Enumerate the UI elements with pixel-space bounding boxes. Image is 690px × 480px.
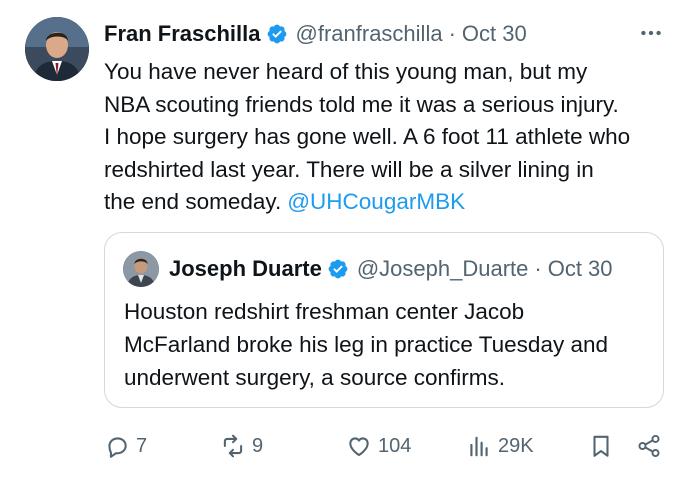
like-button[interactable]: 104 bbox=[346, 428, 411, 464]
mention-link[interactable]: @UHCougarMBK bbox=[287, 189, 465, 214]
verified-badge-icon bbox=[266, 23, 288, 45]
separator-dot: · bbox=[534, 256, 542, 281]
reply-button[interactable]: 7 bbox=[104, 428, 147, 464]
retweet-icon bbox=[223, 434, 243, 458]
quoted-tweet-header: Joseph Duarte @Joseph_Duarte · Oct 30 bbox=[169, 253, 613, 285]
tweet-text-line: You have never heard of this young man, … bbox=[104, 59, 588, 84]
reply-icon bbox=[108, 437, 127, 458]
tweet-header: Fran Fraschilla @franfraschilla · Oct 30 bbox=[104, 18, 670, 50]
more-horizontal-icon[interactable] bbox=[636, 18, 666, 48]
author-name[interactable]: Fran Fraschilla bbox=[104, 21, 261, 47]
quoted-tweet-date[interactable]: Oct 30 bbox=[548, 256, 613, 282]
reply-count: 7 bbox=[136, 434, 148, 457]
tweet-text: You have never heard of this young man, … bbox=[104, 56, 674, 219]
quoted-author-avatar[interactable] bbox=[123, 251, 159, 287]
retweet-count: 9 bbox=[252, 434, 264, 457]
views-count: 29K bbox=[498, 434, 534, 457]
views-icon bbox=[470, 436, 488, 457]
views-button[interactable]: 29K bbox=[466, 428, 534, 464]
tweet-date[interactable]: Oct 30 bbox=[462, 21, 527, 47]
tweet-text-line-tail: the end someday. bbox=[104, 189, 282, 214]
quoted-author-name[interactable]: Joseph Duarte bbox=[169, 256, 322, 282]
quoted-text-line: McFarland broke his leg in practice Tues… bbox=[124, 332, 609, 357]
quoted-tweet-card[interactable]: Joseph Duarte @Joseph_Duarte · Oct 30 Ho… bbox=[104, 232, 664, 408]
bookmark-icon bbox=[593, 435, 609, 457]
tweet-text-line: redshirted last year. There will be a si… bbox=[104, 156, 594, 182]
verified-badge-icon bbox=[327, 258, 349, 280]
quoted-author-handle[interactable]: @Joseph_Duarte bbox=[357, 256, 529, 282]
quoted-tweet-text: Houston redshirt freshman center Jacob M… bbox=[124, 295, 654, 394]
tweet-text-line-last: the end someday. @UHCougarMBK bbox=[104, 186, 674, 219]
author-avatar[interactable] bbox=[25, 17, 89, 81]
tweet-text-line: NBA scouting friends told me it was a se… bbox=[104, 91, 619, 117]
separator-dot: · bbox=[448, 21, 456, 46]
retweet-button[interactable]: 9 bbox=[220, 428, 263, 464]
quoted-text-line: Houston redshirt freshman center Jacob bbox=[124, 299, 525, 324]
share-button[interactable] bbox=[636, 428, 662, 464]
like-count: 104 bbox=[378, 434, 412, 457]
author-avatar-image bbox=[25, 17, 89, 81]
share-icon bbox=[638, 434, 660, 458]
heart-icon bbox=[349, 437, 369, 457]
quoted-text-line: underwent surgery, a source confirms. bbox=[124, 365, 505, 390]
bookmark-button[interactable] bbox=[588, 428, 614, 464]
tweet-text-line: I hope surgery has gone well. A 6 foot 1… bbox=[104, 124, 631, 149]
tweet-action-bar: 7 9 104 29K bbox=[104, 428, 670, 464]
author-handle[interactable]: @franfraschilla bbox=[296, 21, 443, 47]
quoted-author-avatar-image bbox=[123, 251, 159, 287]
